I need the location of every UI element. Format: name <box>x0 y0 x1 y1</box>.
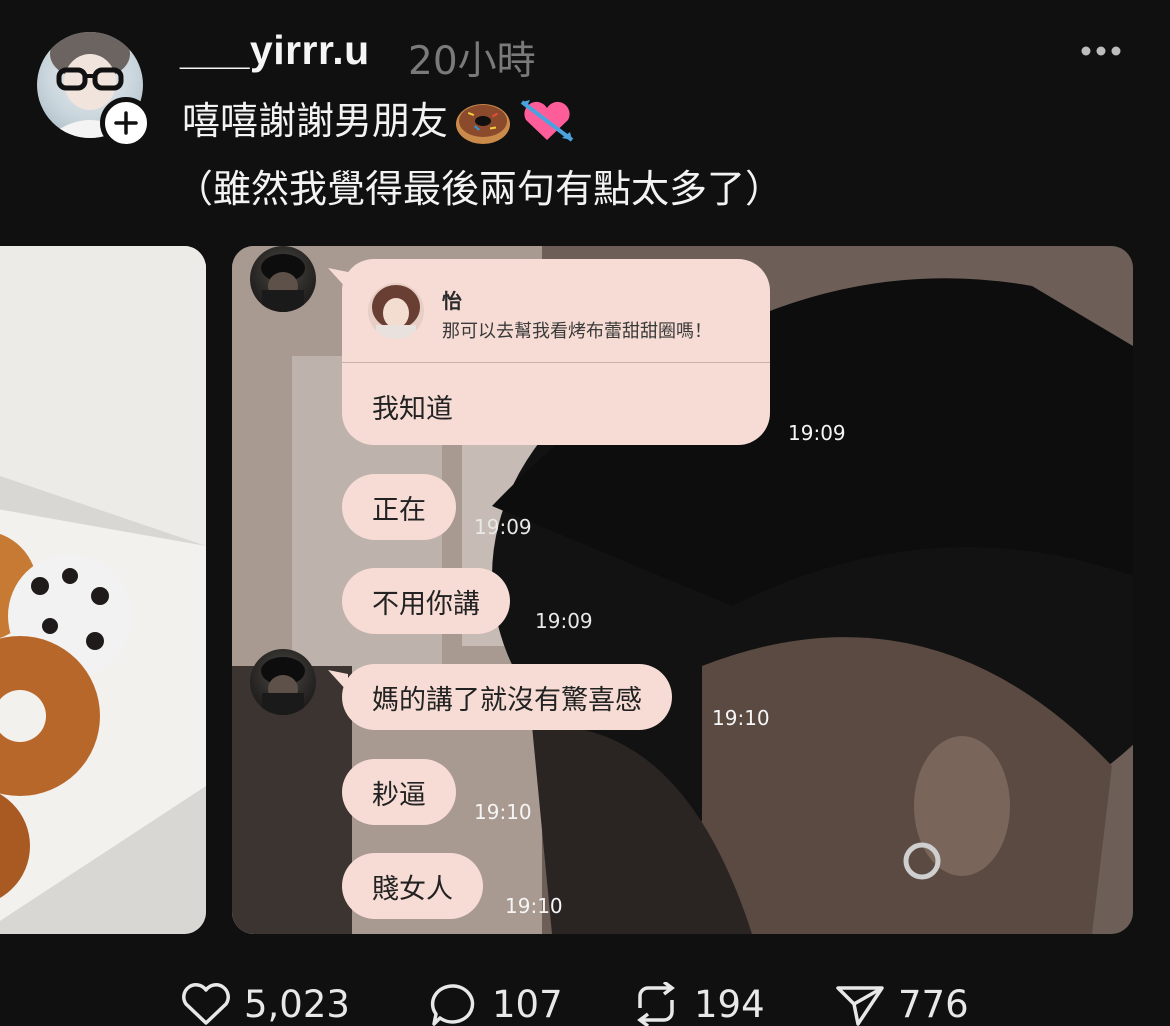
message-time: 19:10 <box>474 800 532 824</box>
follow-button[interactable] <box>100 97 152 149</box>
reply-message-card[interactable]: 怡 那可以去幫我看烤布蕾甜甜圈嗎！ 我知道 <box>342 259 770 445</box>
caption-line-2: （雖然我覺得最後兩句有點太多了） <box>175 167 784 211</box>
heart-icon <box>182 983 230 1025</box>
sender-avatar <box>250 246 316 312</box>
quoted-avatar <box>368 283 424 339</box>
like-count: 5,023 <box>244 982 350 1026</box>
quoted-name: 怡 <box>442 289 462 313</box>
more-options-icon[interactable] <box>1080 40 1122 62</box>
post-time: 20小時 <box>408 39 536 84</box>
chat-message[interactable]: 正在 <box>342 474 456 540</box>
chat-message[interactable]: 不用你講 <box>342 568 510 634</box>
share-action[interactable]: 776 <box>834 982 969 1026</box>
message-time: 19:09 <box>535 609 593 633</box>
message-time: 19:09 <box>788 421 846 445</box>
donut-icon <box>456 104 511 144</box>
repost-count: 194 <box>694 982 765 1026</box>
like-action[interactable]: 5,023 <box>180 982 350 1026</box>
message-time: 19:10 <box>712 706 770 730</box>
quoted-text: 那可以去幫我看烤布蕾甜甜圈嗎！ <box>442 321 712 342</box>
message-time: 19:09 <box>474 515 532 539</box>
message-time: 19:10 <box>505 894 563 918</box>
comment-count: 107 <box>492 982 563 1026</box>
caption-line-1: 嘻嘻謝謝男朋友 <box>182 96 576 146</box>
chat-message[interactable]: 媽的講了就沒有驚喜感 <box>342 664 672 730</box>
share-count: 776 <box>898 982 969 1026</box>
sender-avatar <box>250 649 316 715</box>
chat-message[interactable]: 耖逼 <box>342 759 456 825</box>
username[interactable]: ___yirrr.u <box>180 27 370 74</box>
plus-icon <box>114 111 138 135</box>
chat-message[interactable]: 賤女人 <box>342 853 483 919</box>
repost-icon <box>637 982 675 1026</box>
donut-box-photo[interactable] <box>0 246 206 934</box>
repost-action[interactable]: 194 <box>630 982 765 1026</box>
send-icon <box>836 986 884 1026</box>
reply-text: 我知道 <box>372 394 453 425</box>
caption-text: 嘻嘻謝謝男朋友 <box>182 99 449 143</box>
heart-with-arrow-icon <box>520 100 574 142</box>
comment-icon <box>430 984 475 1026</box>
comment-action[interactable]: 107 <box>428 982 563 1026</box>
reply-divider <box>342 362 770 363</box>
